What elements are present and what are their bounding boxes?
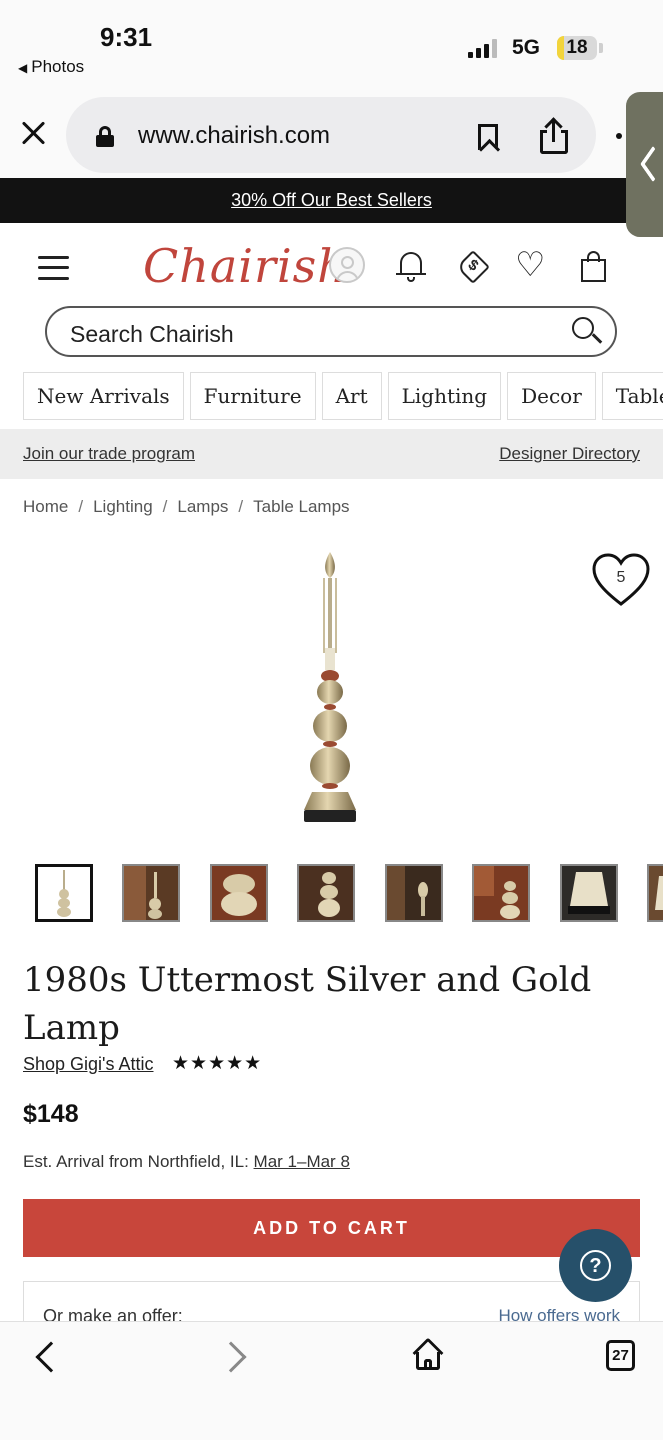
product-image[interactable] [290,548,370,828]
help-button[interactable]: ? [559,1229,632,1302]
signal-icon [468,38,497,58]
thumbnail-5[interactable] [384,864,443,922]
category-lighting[interactable]: Lighting [387,372,502,420]
network-label: 5G [512,36,541,59]
breadcrumb: Home / Lighting / Lamps / Table Lamps [23,497,350,516]
breadcrumb-home[interactable]: Home [23,497,68,516]
side-panel-tab[interactable] [626,92,663,237]
bell-icon[interactable] [396,249,432,285]
search-icon[interactable] [572,317,603,347]
arrival-estimate: Est. Arrival from Northfield, IL: Mar 1–… [23,1152,350,1172]
url-text[interactable]: www.chairish.com [138,122,330,150]
favorite-count: 5 [616,569,626,586]
trade-strip: Join our trade program Designer Director… [0,429,663,479]
chevron-left-icon [636,147,652,181]
category-decor[interactable]: Decor [507,372,596,420]
thumbnail-1[interactable] [35,864,93,922]
forward-arrow-icon[interactable] [215,1341,247,1373]
arrival-prefix: Est. Arrival from Northfield, IL: [23,1152,249,1171]
category-new-arrivals[interactable]: New Arrivals [23,372,184,420]
breadcrumb-table-lamps[interactable]: Table Lamps [253,497,349,516]
browser-toolbar: 27 [0,1321,663,1440]
category-art[interactable]: Art [321,372,382,420]
thumbnail-4[interactable] [297,864,356,922]
thumbnail-8[interactable] [647,864,663,922]
back-app-label: Photos [31,57,85,76]
back-arrow-icon[interactable] [35,1341,67,1373]
product-title: 1980s Uttermost Silver and Gold Lamp [23,960,592,1048]
thumbnail-3[interactable] [209,864,268,922]
price-tag-icon[interactable]: $ [456,249,493,285]
site-logo[interactable]: Chairish [143,239,348,293]
status-time: 9:31 [100,22,153,52]
shop-link[interactable]: Shop Gigi's Attic [23,1054,154,1075]
home-icon[interactable] [412,1337,444,1372]
battery-icon: 18 [557,36,597,60]
search-input[interactable]: Search Chairish [45,306,617,357]
thumbnail-strip [35,864,663,924]
search-placeholder: Search Chairish [70,321,234,347]
product-price: $148 [23,1100,79,1128]
trade-program-link[interactable]: Join our trade program [23,444,195,464]
close-icon[interactable] [18,118,48,148]
promo-link[interactable]: 30% Off Our Best Sellers [231,190,432,211]
bookmark-icon[interactable] [478,124,498,150]
heart-icon[interactable]: ♡ [515,247,551,283]
rating-stars: ★★★★★ [172,1053,263,1074]
lock-icon [96,126,114,147]
more-icon[interactable] [616,133,622,139]
promo-banner: 30% Off Our Best Sellers [0,178,663,223]
thumbnail-6[interactable] [472,864,531,922]
category-furniture[interactable]: Furniture [189,372,316,420]
designer-directory-link[interactable]: Designer Directory [499,444,640,464]
breadcrumb-lighting[interactable]: Lighting [93,497,153,516]
arrival-dates-link[interactable]: Mar 1–Mar 8 [254,1152,350,1171]
thumbnail-2[interactable] [122,864,181,922]
breadcrumb-lamps[interactable]: Lamps [177,497,228,516]
tabs-icon[interactable]: 27 [606,1340,635,1371]
question-icon: ? [580,1250,611,1281]
share-icon[interactable] [540,117,568,154]
account-icon[interactable] [329,247,365,283]
site-header: Chairish $ ♡ [0,223,663,308]
category-tabletop[interactable]: Tabletop [601,372,663,420]
add-to-cart-button[interactable]: ADD TO CART [23,1199,640,1257]
category-nav: New Arrivals Furniture Art Lighting Decor Tab… [23,372,663,420]
shopping-bag-icon[interactable] [580,249,616,285]
favorite-button[interactable]: 5 [590,552,652,608]
back-triangle-icon: ◀ [18,61,28,75]
battery-level: 18 [566,37,588,58]
menu-icon[interactable] [38,256,69,280]
thumbnail-7[interactable] [559,864,618,922]
back-to-app-link[interactable]: ◀ Photos [18,57,84,77]
browser-address-bar: www.chairish.com [0,90,663,178]
status-bar: 9:31 ◀ Photos 5G 18 [0,0,663,90]
